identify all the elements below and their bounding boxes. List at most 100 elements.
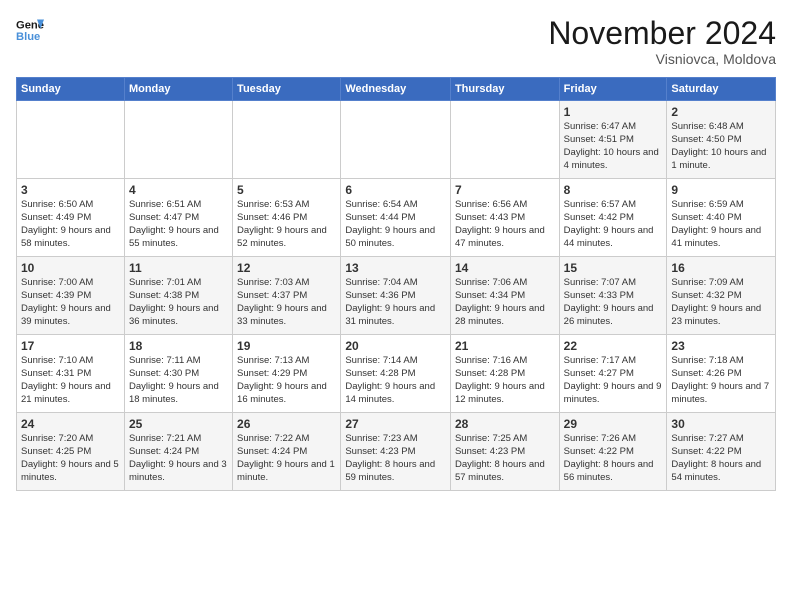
day-info: Daylight: 9 hours and 33 minutes. <box>237 303 327 327</box>
day-header-sunday: Sunday <box>17 78 125 101</box>
day-info: Sunrise: 6:54 AM <box>345 199 417 210</box>
day-cell <box>124 101 232 179</box>
day-cell: 13Sunrise: 7:04 AMSunset: 4:36 PMDayligh… <box>341 257 451 335</box>
day-cell <box>341 101 451 179</box>
day-number: 24 <box>21 416 120 432</box>
day-cell: 17Sunrise: 7:10 AMSunset: 4:31 PMDayligh… <box>17 335 125 413</box>
day-cell <box>233 101 341 179</box>
month-title: November 2024 <box>548 16 776 51</box>
day-cell: 11Sunrise: 7:01 AMSunset: 4:38 PMDayligh… <box>124 257 232 335</box>
day-info: Sunrise: 6:48 AM <box>671 121 743 132</box>
logo-icon: General Blue <box>16 16 44 44</box>
day-info: Sunset: 4:24 PM <box>237 446 307 457</box>
day-cell <box>450 101 559 179</box>
day-info: Daylight: 9 hours and 9 minutes. <box>564 381 662 405</box>
day-info: Daylight: 9 hours and 58 minutes. <box>21 225 111 249</box>
day-cell: 14Sunrise: 7:06 AMSunset: 4:34 PMDayligh… <box>450 257 559 335</box>
day-number: 18 <box>129 338 228 354</box>
day-info: Sunrise: 7:22 AM <box>237 433 309 444</box>
day-info: Sunset: 4:27 PM <box>564 368 634 379</box>
day-info: Sunset: 4:32 PM <box>671 290 741 301</box>
day-info: Sunset: 4:28 PM <box>345 368 415 379</box>
day-cell <box>17 101 125 179</box>
day-info: Daylight: 9 hours and 55 minutes. <box>129 225 219 249</box>
day-info: Sunset: 4:22 PM <box>671 446 741 457</box>
day-cell: 16Sunrise: 7:09 AMSunset: 4:32 PMDayligh… <box>667 257 776 335</box>
day-number: 4 <box>129 182 228 198</box>
day-info: Sunrise: 6:50 AM <box>21 199 93 210</box>
day-number: 13 <box>345 260 446 276</box>
day-number: 14 <box>455 260 555 276</box>
day-info: Sunset: 4:39 PM <box>21 290 91 301</box>
day-info: Daylight: 9 hours and 14 minutes. <box>345 381 435 405</box>
day-cell: 12Sunrise: 7:03 AMSunset: 4:37 PMDayligh… <box>233 257 341 335</box>
day-number: 17 <box>21 338 120 354</box>
day-cell: 22Sunrise: 7:17 AMSunset: 4:27 PMDayligh… <box>559 335 667 413</box>
day-number: 10 <box>21 260 120 276</box>
header-row: SundayMondayTuesdayWednesdayThursdayFrid… <box>17 78 776 101</box>
day-info: Sunset: 4:42 PM <box>564 212 634 223</box>
day-number: 9 <box>671 182 771 198</box>
day-cell: 21Sunrise: 7:16 AMSunset: 4:28 PMDayligh… <box>450 335 559 413</box>
day-info: Sunrise: 6:57 AM <box>564 199 636 210</box>
day-cell: 2Sunrise: 6:48 AM Sunset: 4:50 PM Daylight… <box>667 101 776 179</box>
day-info: Sunrise: 7:16 AM <box>455 355 527 366</box>
day-info: Daylight: 9 hours and 36 minutes. <box>129 303 219 327</box>
day-number: 6 <box>345 182 446 198</box>
day-info: Sunset: 4:47 PM <box>129 212 199 223</box>
day-info: Sunrise: 6:56 AM <box>455 199 527 210</box>
day-info: Daylight: 9 hours and 12 minutes. <box>455 381 545 405</box>
day-info: Daylight: 9 hours and 50 minutes. <box>345 225 435 249</box>
day-info: Sunset: 4:26 PM <box>671 368 741 379</box>
day-info: Daylight: 9 hours and 16 minutes. <box>237 381 327 405</box>
day-info: Daylight: 9 hours and 23 minutes. <box>671 303 761 327</box>
day-info: Sunset: 4:49 PM <box>21 212 91 223</box>
calendar-container: General Blue November 2024 Visniovca, Mo… <box>0 0 792 499</box>
day-info: Sunset: 4:50 PM <box>671 134 741 145</box>
day-number: 30 <box>671 416 771 432</box>
day-info: Sunrise: 6:53 AM <box>237 199 309 210</box>
day-cell: 20Sunrise: 7:14 AM Sunset: 4:28 PM Dayligh… <box>341 335 451 413</box>
day-info: Sunrise: 7:10 AM <box>21 355 93 366</box>
day-info: Sunrise: 7:14 AM <box>345 355 417 366</box>
day-info: Daylight: 9 hours and 3 minutes. <box>129 459 227 483</box>
day-number: 12 <box>237 260 336 276</box>
day-info: Daylight: 9 hours and 28 minutes. <box>455 303 545 327</box>
day-number: 28 <box>455 416 555 432</box>
day-info: Sunset: 4:23 PM <box>455 446 525 457</box>
calendar-table: SundayMondayTuesdayWednesdayThursdayFrid… <box>16 77 776 491</box>
day-cell: 8Sunrise: 6:57 AMSunset: 4:42 PMDaylight… <box>559 179 667 257</box>
day-info: Sunrise: 7:00 AM <box>21 277 93 288</box>
day-cell: 5Sunrise: 6:53 AMSunset: 4:46 PMDaylight… <box>233 179 341 257</box>
day-cell: 9Sunrise: 6:59 AMSunset: 4:40 PMDaylight… <box>667 179 776 257</box>
svg-text:Blue: Blue <box>16 31 40 43</box>
day-info: Sunset: 4:44 PM <box>345 212 415 223</box>
day-cell: 24Sunrise: 7:20 AMSunset: 4:25 PMDayligh… <box>17 413 125 491</box>
day-header-saturday: Saturday <box>667 78 776 101</box>
day-info: Sunrise: 7:13 AM <box>237 355 309 366</box>
day-info: Sunrise: 7:25 AM <box>455 433 527 444</box>
week-row-1: 1Sunrise: 6:47 AMSunset: 4:51 PMDaylight… <box>17 101 776 179</box>
day-cell: 25Sunrise: 7:21 AMSunset: 4:24 PMDayligh… <box>124 413 232 491</box>
day-cell: 1Sunrise: 6:47 AMSunset: 4:51 PMDaylight… <box>559 101 667 179</box>
day-info: Sunset: 4:46 PM <box>237 212 307 223</box>
day-cell: 10Sunrise: 7:00 AMSunset: 4:39 PMDayligh… <box>17 257 125 335</box>
day-number: 25 <box>129 416 228 432</box>
location-subtitle: Visniovca, Moldova <box>548 51 776 67</box>
day-info: Sunset: 4:36 PM <box>345 290 415 301</box>
day-info: Daylight: 8 hours and 54 minutes. <box>671 459 761 483</box>
day-number: 20 <box>345 338 446 354</box>
day-info: Daylight: 8 hours and 59 minutes. <box>345 459 435 483</box>
day-number: 27 <box>345 416 446 432</box>
day-info: Daylight: 9 hours and 44 minutes. <box>564 225 654 249</box>
day-cell: 29Sunrise: 7:26 AMSunset: 4:22 PMDayligh… <box>559 413 667 491</box>
day-cell: 18Sunrise: 7:11 AMSunset: 4:30 PMDayligh… <box>124 335 232 413</box>
day-cell: 6Sunrise: 6:54 AM Sunset: 4:44 PM Daylight… <box>341 179 451 257</box>
day-info: Daylight: 9 hours and 31 minutes. <box>345 303 435 327</box>
day-info: Sunset: 4:40 PM <box>671 212 741 223</box>
day-number: 2 <box>671 104 771 120</box>
day-info: Sunrise: 7:03 AM <box>237 277 309 288</box>
day-info: Daylight: 9 hours and 7 minutes. <box>671 381 769 405</box>
day-number: 22 <box>564 338 663 354</box>
day-info: Daylight: 10 hours and 1 minute. <box>671 147 766 171</box>
